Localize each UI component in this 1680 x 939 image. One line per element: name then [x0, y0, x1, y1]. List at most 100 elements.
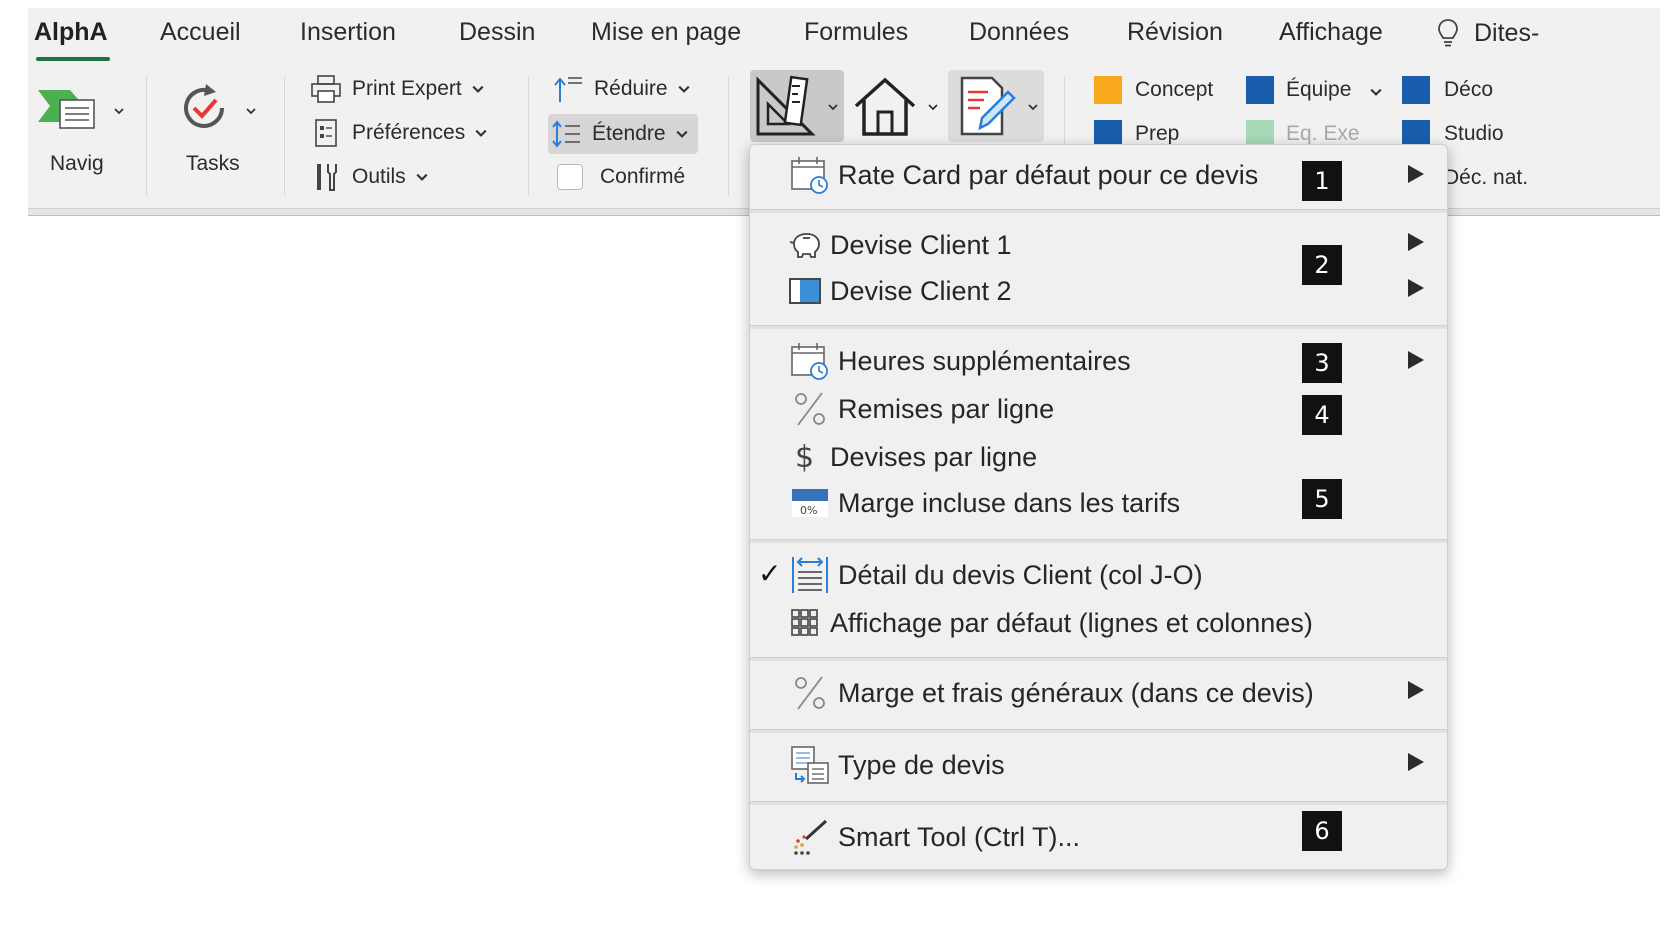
tab-formules[interactable]: Formules — [804, 18, 908, 47]
confirme-label: Confirmé — [600, 165, 686, 188]
tag-label: Eq. Exe — [1286, 122, 1360, 145]
edit-document-button[interactable] — [948, 70, 1044, 142]
submenu-arrow-icon — [1408, 165, 1424, 183]
ribbon-tabs: AlphA Accueil Insertion Dessin Mise en p… — [28, 8, 1660, 61]
callout-badge: 1 — [1302, 161, 1342, 201]
menu-item-rate-card[interactable]: Rate Card par défaut pour ce devis — [790, 153, 1258, 197]
calendar-clock-icon — [791, 343, 828, 380]
tell-me-search[interactable]: Dites- — [1436, 18, 1539, 48]
navig-button[interactable]: Navig — [34, 76, 134, 186]
window-icon — [789, 278, 821, 304]
reduire-label: Réduire — [594, 77, 668, 100]
ruler-triangle-icon — [756, 75, 816, 136]
margin-bar-icon: 0% — [792, 489, 828, 517]
tasks-button[interactable]: Tasks — [168, 76, 278, 186]
preferences-label: Préférences — [352, 121, 466, 144]
checkbox-box[interactable] — [557, 164, 583, 190]
margin-icon-text: 0% — [800, 504, 817, 517]
menu-item-detail-devis-client[interactable]: Détail du devis Client (col J-O) — [790, 553, 1203, 597]
outils-button[interactable]: Outils — [308, 160, 428, 194]
chevron-down-icon — [246, 108, 256, 115]
menu-item-label: Devise Client 2 — [830, 275, 1012, 306]
chevron-down-icon — [675, 130, 688, 138]
calendar-clock-icon — [791, 157, 828, 194]
menu-divider — [750, 801, 1447, 805]
menu-item-devises-par-ligne[interactable]: $ Devises par ligne — [788, 435, 1037, 479]
outils-label: Outils — [352, 165, 406, 188]
menu-item-label: Smart Tool (Ctrl T)... — [838, 821, 1081, 852]
tab-accueil[interactable]: Accueil — [160, 18, 241, 47]
menu-item-heures-supplementaires[interactable]: Heures supplémentaires — [790, 339, 1131, 383]
quote-settings-button[interactable] — [750, 70, 844, 142]
chevron-down-icon — [114, 108, 124, 115]
navig-icon — [38, 90, 95, 129]
menu-item-label: Heures supplémentaires — [838, 345, 1131, 376]
callout-badge: 2 — [1302, 245, 1342, 285]
tag-label: Déco — [1444, 78, 1494, 101]
chevron-down-icon — [928, 104, 938, 111]
edit-document-icon — [960, 76, 1016, 136]
menu-item-marge-incluse[interactable]: 0% Marge incluse dans les tarifs — [790, 481, 1180, 525]
submenu-arrow-icon — [1408, 753, 1424, 771]
menu-item-devise-client-1[interactable]: Devise Client 1 — [788, 223, 1012, 267]
tell-me-label: Dites- — [1474, 18, 1540, 47]
menu-item-smart-tool[interactable]: Smart Tool (Ctrl T)... — [790, 815, 1080, 859]
tab-affichage[interactable]: Affichage — [1279, 18, 1383, 47]
menu-item-label: Détail du devis Client (col J-O) — [838, 559, 1203, 590]
expand-icon — [552, 120, 580, 148]
checkmark-icon: ✓ — [758, 558, 782, 589]
tab-alpha[interactable]: AlphA — [34, 18, 110, 61]
collapse-icon — [554, 77, 582, 102]
callout-badge: 4 — [1302, 395, 1342, 435]
tasks-label: Tasks — [186, 152, 240, 175]
tag-label: Studio — [1444, 122, 1504, 145]
callout-badge: 5 — [1302, 479, 1342, 519]
quote-settings-menu: Rate Card par défaut pour ce devis 1 Dev… — [749, 144, 1448, 870]
tag-label: Déc. nat. — [1444, 166, 1529, 189]
home-icon — [854, 77, 916, 136]
submenu-arrow-icon — [1408, 279, 1424, 297]
tag-swatch — [1402, 76, 1430, 104]
lightbulb-icon — [1438, 19, 1458, 47]
chevron-down-icon — [828, 104, 838, 111]
column-width-icon — [792, 557, 828, 593]
etendre-button[interactable]: Étendre — [548, 114, 698, 154]
tab-dessin[interactable]: Dessin — [459, 18, 535, 47]
dollar-icon: $ — [795, 440, 814, 475]
menu-item-label: Devises par ligne — [830, 441, 1038, 472]
submenu-arrow-icon — [1408, 351, 1424, 369]
preferences-button[interactable]: Préférences — [308, 116, 487, 150]
callout-badge: 3 — [1302, 343, 1342, 383]
menu-item-label: Devise Client 1 — [830, 229, 1012, 260]
svg-text:$: $ — [795, 440, 814, 475]
tools-icon — [317, 164, 337, 191]
menu-item-type-de-devis[interactable]: Type de devis — [790, 743, 1005, 787]
preferences-icon — [315, 119, 337, 147]
menu-item-devise-client-2[interactable]: Devise Client 2 — [788, 269, 1012, 313]
reduire-button[interactable]: Réduire — [550, 72, 690, 106]
confirme-checkbox[interactable]: Confirmé — [556, 160, 685, 194]
tab-insertion[interactable]: Insertion — [300, 18, 396, 47]
tab-revision[interactable]: Révision — [1127, 18, 1223, 47]
menu-item-label: Marge et frais généraux (dans ce devis) — [838, 677, 1314, 708]
chevron-down-icon — [475, 129, 487, 137]
print-expert-label: Print Expert — [352, 77, 462, 100]
menu-divider — [750, 657, 1447, 661]
home-button[interactable] — [850, 70, 944, 142]
menu-item-label: Marge incluse dans les tarifs — [838, 487, 1181, 518]
tab-donnees[interactable]: Données — [969, 18, 1069, 47]
callout-badge: 6 — [1302, 811, 1342, 851]
menu-divider — [750, 325, 1447, 329]
chevron-down-icon — [472, 85, 484, 93]
etendre-label: Étendre — [592, 122, 666, 145]
menu-item-label: Remises par ligne — [838, 393, 1055, 424]
tag-swatch — [1246, 76, 1274, 104]
navig-label: Navig — [50, 152, 104, 175]
menu-item-remises-par-ligne[interactable]: Remises par ligne — [790, 387, 1054, 431]
tag-label: Concept — [1135, 78, 1214, 101]
menu-item-marge-frais-generaux[interactable]: Marge et frais généraux (dans ce devis) — [790, 671, 1314, 715]
menu-item-affichage-par-defaut[interactable]: Affichage par défaut (lignes et colonnes… — [788, 601, 1313, 645]
print-expert-button[interactable]: Print Expert — [308, 72, 484, 106]
submenu-arrow-icon — [1408, 681, 1424, 699]
tab-mise-en-page[interactable]: Mise en page — [591, 18, 741, 47]
